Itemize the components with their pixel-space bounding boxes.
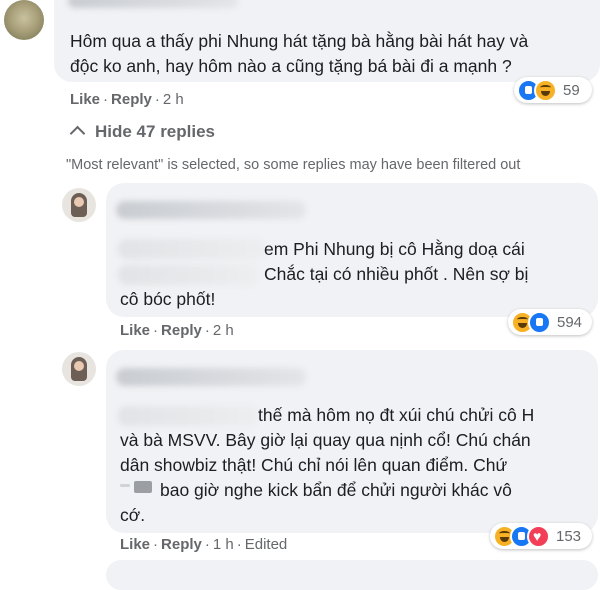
comment-timestamp[interactable]: 2 h: [163, 91, 184, 108]
avatar-face: [74, 197, 84, 207]
hide-replies-toggle[interactable]: Hide 47 replies: [69, 122, 216, 142]
commenter-avatar[interactable]: [4, 0, 44, 40]
like-button[interactable]: Like: [70, 91, 100, 108]
hide-replies-label: Hide 47 replies: [95, 122, 216, 141]
reply-actions: Like · Reply · 1 h · Edited: [120, 536, 288, 553]
redacted-reply-name[interactable]: [116, 368, 306, 386]
haha-icon: [534, 78, 557, 102]
reply-button[interactable]: Reply: [161, 322, 202, 339]
reaction-count: 153: [556, 527, 582, 545]
redacted-word: [120, 484, 130, 487]
redacted-text: [118, 239, 266, 259]
like-icon: [528, 310, 551, 334]
reaction-count: 594: [557, 313, 583, 331]
reply-text-line-2: Chắc tại có nhiều phốt . Nên sợ bị: [264, 264, 529, 284]
redacted-text: [118, 265, 258, 285]
reply-button[interactable]: Reply: [161, 536, 202, 553]
reply-avatar[interactable]: [62, 352, 96, 386]
next-reply-bubble: [106, 560, 598, 590]
like-button[interactable]: Like: [120, 322, 150, 339]
like-button[interactable]: Like: [120, 536, 150, 553]
reply-avatar[interactable]: [62, 188, 96, 222]
avatar-face: [74, 361, 84, 371]
love-icon: [527, 524, 550, 548]
redacted-text: [118, 406, 258, 426]
reply-text-line-3: cô bóc phốt!: [120, 289, 216, 309]
reply-timestamp[interactable]: 2 h: [213, 322, 234, 339]
reply-text-line-1: thế mà hôm nọ đt xúi chú chửi cô H: [258, 405, 535, 425]
reaction-summary[interactable]: 59: [514, 77, 592, 103]
reply-timestamp[interactable]: 1 h: [213, 536, 234, 553]
redacted-commenter-name[interactable]: [68, 0, 238, 8]
edited-label[interactable]: Edited: [245, 536, 288, 553]
reply-button[interactable]: Reply: [111, 91, 152, 108]
reaction-summary[interactable]: 153: [490, 523, 592, 549]
filter-notice: "Most relevant" is selected, so some rep…: [66, 157, 521, 173]
reply-actions: Like · Reply · 2 h: [120, 322, 234, 339]
redacted-reply-name[interactable]: [116, 201, 306, 219]
reply-text-line-1: em Phi Nhung bị cô Hằng doạ cái: [264, 239, 525, 259]
reaction-count: 59: [563, 81, 580, 99]
comment-actions: Like · Reply · 2 h: [70, 91, 184, 108]
chevron-up-icon: [69, 125, 86, 142]
comment-text-line-2: độc ko anh, hay hôm nào a cũng tặng bá b…: [70, 56, 512, 76]
reply-text-line-4: bao giờ nghe kick bẩn để chửi người khác…: [160, 480, 512, 500]
reaction-summary[interactable]: 594: [508, 309, 592, 335]
comment-text-line-1: Hôm qua a thấy phi Nhung hát tặng bà hằn…: [70, 31, 529, 51]
redacted-word: [134, 481, 152, 493]
reply-text-line-5: cớ.: [120, 505, 146, 525]
reply-text-line-2: và bà MSVV. Bây giờ lại quay qua nịnh cổ…: [120, 430, 531, 450]
reply-text-line-3: dân showbiz thật! Chú chỉ nói lên quan đ…: [120, 455, 508, 475]
